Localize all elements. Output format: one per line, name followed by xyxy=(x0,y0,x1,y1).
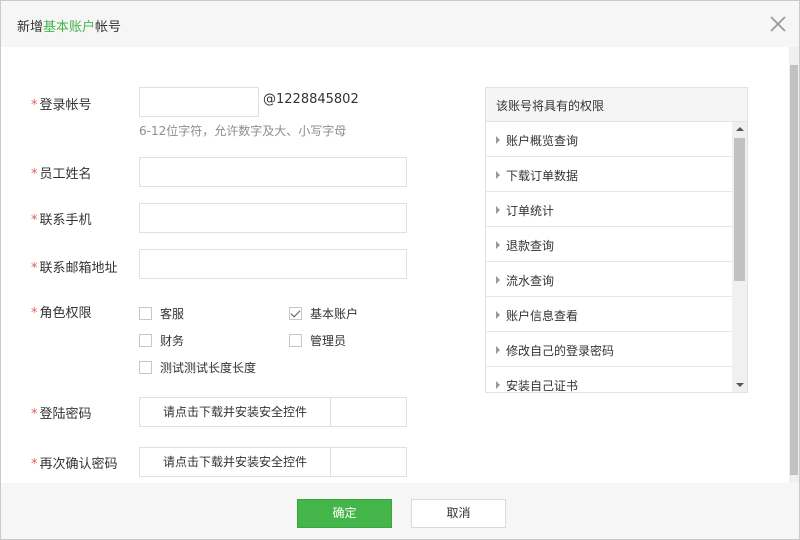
role-option-kefu[interactable]: 客服 xyxy=(139,305,184,322)
required-mark: * xyxy=(31,98,38,113)
required-mark: * xyxy=(31,167,38,182)
permission-item-label: 订单统计 xyxy=(506,204,555,218)
password-label-text: 登陆密码 xyxy=(39,407,92,422)
download-security-control-button[interactable]: 请点击下载并安装安全控件 xyxy=(140,448,331,476)
dialog-title-suffix: 帐号 xyxy=(95,20,122,35)
add-account-dialog: 新增基本账户帐号 * 登录帐号 @1228845802 6-12位字符，允许数字及… xyxy=(0,0,800,540)
permission-item[interactable]: 下载订单数据 xyxy=(486,157,732,192)
dialog-title-bar: 新增基本账户帐号 xyxy=(1,1,799,47)
caret-right-icon xyxy=(496,276,500,284)
dialog-footer: 确定 取消 xyxy=(1,483,799,539)
caret-right-icon xyxy=(496,136,500,144)
password-label: * 登陆密码 xyxy=(31,403,92,422)
role-option-test[interactable]: 测试测试长度长度 xyxy=(139,359,256,376)
role-option-admin[interactable]: 管理员 xyxy=(289,332,346,349)
password-row: * 登陆密码 请点击下载并安装安全控件 xyxy=(1,397,471,427)
role-option-label: 基本账户 xyxy=(310,307,359,321)
permission-item-label: 下载订单数据 xyxy=(506,169,579,183)
checkbox-unchecked[interactable] xyxy=(289,334,302,347)
account-hint: 6-12位字符，允许数字及大、小写字母 xyxy=(139,124,347,138)
permission-item-label: 安装自己证书 xyxy=(506,379,579,392)
scroll-down-arrow-icon[interactable] xyxy=(736,383,744,387)
permission-item-label: 修改自己的登录密码 xyxy=(506,344,615,358)
account-suffix: @1228845802 xyxy=(263,92,359,107)
permission-item[interactable]: 安装自己证书 xyxy=(486,367,732,392)
close-icon[interactable] xyxy=(767,13,789,35)
required-mark: * xyxy=(31,407,38,422)
dialog-title-prefix: 新增 xyxy=(17,20,44,35)
role-option-label: 测试测试长度长度 xyxy=(160,361,257,375)
permission-item[interactable]: 修改自己的登录密码 xyxy=(486,332,732,367)
checkbox-unchecked[interactable] xyxy=(139,334,152,347)
dialog-title: 新增基本账户帐号 xyxy=(17,16,121,35)
confirm-password-label: * 再次确认密码 xyxy=(31,453,118,472)
checkbox-checked[interactable] xyxy=(289,307,302,320)
permission-item[interactable]: 订单统计 xyxy=(486,192,732,227)
role-option-label: 管理员 xyxy=(310,334,347,348)
permission-item-label: 账户概览查询 xyxy=(506,134,579,148)
caret-right-icon xyxy=(496,206,500,214)
caret-right-icon xyxy=(496,311,500,319)
checkbox-unchecked[interactable] xyxy=(139,361,152,374)
scroll-up-arrow-icon[interactable] xyxy=(736,127,744,131)
permissions-panel: 该账号将具有的权限 账户概览查询 下载订单数据 订单统计 退款查询 流水查询 账… xyxy=(485,87,748,393)
role-label-text: 角色权限 xyxy=(39,306,92,321)
staff-name-label-text: 员工姓名 xyxy=(39,167,92,182)
email-row: * 联系邮箱地址 xyxy=(1,249,471,279)
permissions-list: 账户概览查询 下载订单数据 订单统计 退款查询 流水查询 账户信息查看 修改自己… xyxy=(486,122,732,392)
caret-right-icon xyxy=(496,241,500,249)
cancel-button[interactable]: 取消 xyxy=(411,499,506,528)
permission-item-label: 退款查询 xyxy=(506,239,555,253)
confirm-password-field[interactable]: 请点击下载并安装安全控件 xyxy=(139,447,407,477)
staff-name-label: * 员工姓名 xyxy=(31,163,92,182)
caret-right-icon xyxy=(496,346,500,354)
permission-item-label: 流水查询 xyxy=(506,274,555,288)
account-label: * 登录帐号 xyxy=(31,94,92,113)
role-row: * 角色权限 客服 基本账户 财务 管理员 测试测试长度长度 xyxy=(1,301,471,381)
scrollbar-thumb[interactable] xyxy=(734,138,745,281)
permission-item-label: 账户信息查看 xyxy=(506,309,579,323)
account-row: * 登录帐号 @1228845802 6-12位字符，允许数字及大、小写字母 xyxy=(1,87,471,147)
permission-item[interactable]: 退款查询 xyxy=(486,227,732,262)
dialog-scrollbar[interactable] xyxy=(789,47,799,483)
password-field[interactable]: 请点击下载并安装安全控件 xyxy=(139,397,407,427)
checkbox-unchecked[interactable] xyxy=(139,307,152,320)
staff-name-input[interactable] xyxy=(139,157,407,187)
caret-right-icon xyxy=(496,171,500,179)
account-input[interactable] xyxy=(139,87,259,117)
permission-item[interactable]: 账户概览查询 xyxy=(486,122,732,157)
caret-right-icon xyxy=(496,381,500,389)
required-mark: * xyxy=(31,261,38,276)
email-label: * 联系邮箱地址 xyxy=(31,257,118,276)
required-mark: * xyxy=(31,306,38,321)
permissions-title: 该账号将具有的权限 xyxy=(486,88,747,122)
dialog-title-highlight: 基本账户 xyxy=(43,20,96,35)
staff-name-row: * 员工姓名 xyxy=(1,157,471,187)
phone-label: * 联系手机 xyxy=(31,209,92,228)
dialog-content: * 登录帐号 @1228845802 6-12位字符，允许数字及大、小写字母 * 员… xyxy=(1,47,789,483)
phone-label-text: 联系手机 xyxy=(39,213,92,228)
phone-row: * 联系手机 xyxy=(1,203,471,233)
role-option-basic-account[interactable]: 基本账户 xyxy=(289,305,358,322)
required-mark: * xyxy=(31,457,38,472)
download-security-control-button[interactable]: 请点击下载并安装安全控件 xyxy=(140,398,331,426)
role-option-label: 财务 xyxy=(160,334,185,348)
confirm-password-row: * 再次确认密码 请点击下载并安装安全控件 xyxy=(1,447,471,477)
phone-input[interactable] xyxy=(139,203,407,233)
role-label: * 角色权限 xyxy=(31,302,92,321)
permission-item[interactable]: 流水查询 xyxy=(486,262,732,297)
permissions-scrollbar[interactable] xyxy=(732,122,747,392)
email-input[interactable] xyxy=(139,249,407,279)
permission-item[interactable]: 账户信息查看 xyxy=(486,297,732,332)
role-option-label: 客服 xyxy=(160,307,185,321)
confirm-password-label-text: 再次确认密码 xyxy=(39,457,118,472)
dialog-scrollbar-thumb[interactable] xyxy=(790,65,798,475)
confirm-button[interactable]: 确定 xyxy=(297,499,392,528)
account-label-text: 登录帐号 xyxy=(39,98,92,113)
required-mark: * xyxy=(31,213,38,228)
role-option-finance[interactable]: 财务 xyxy=(139,332,184,349)
email-label-text: 联系邮箱地址 xyxy=(39,261,118,276)
